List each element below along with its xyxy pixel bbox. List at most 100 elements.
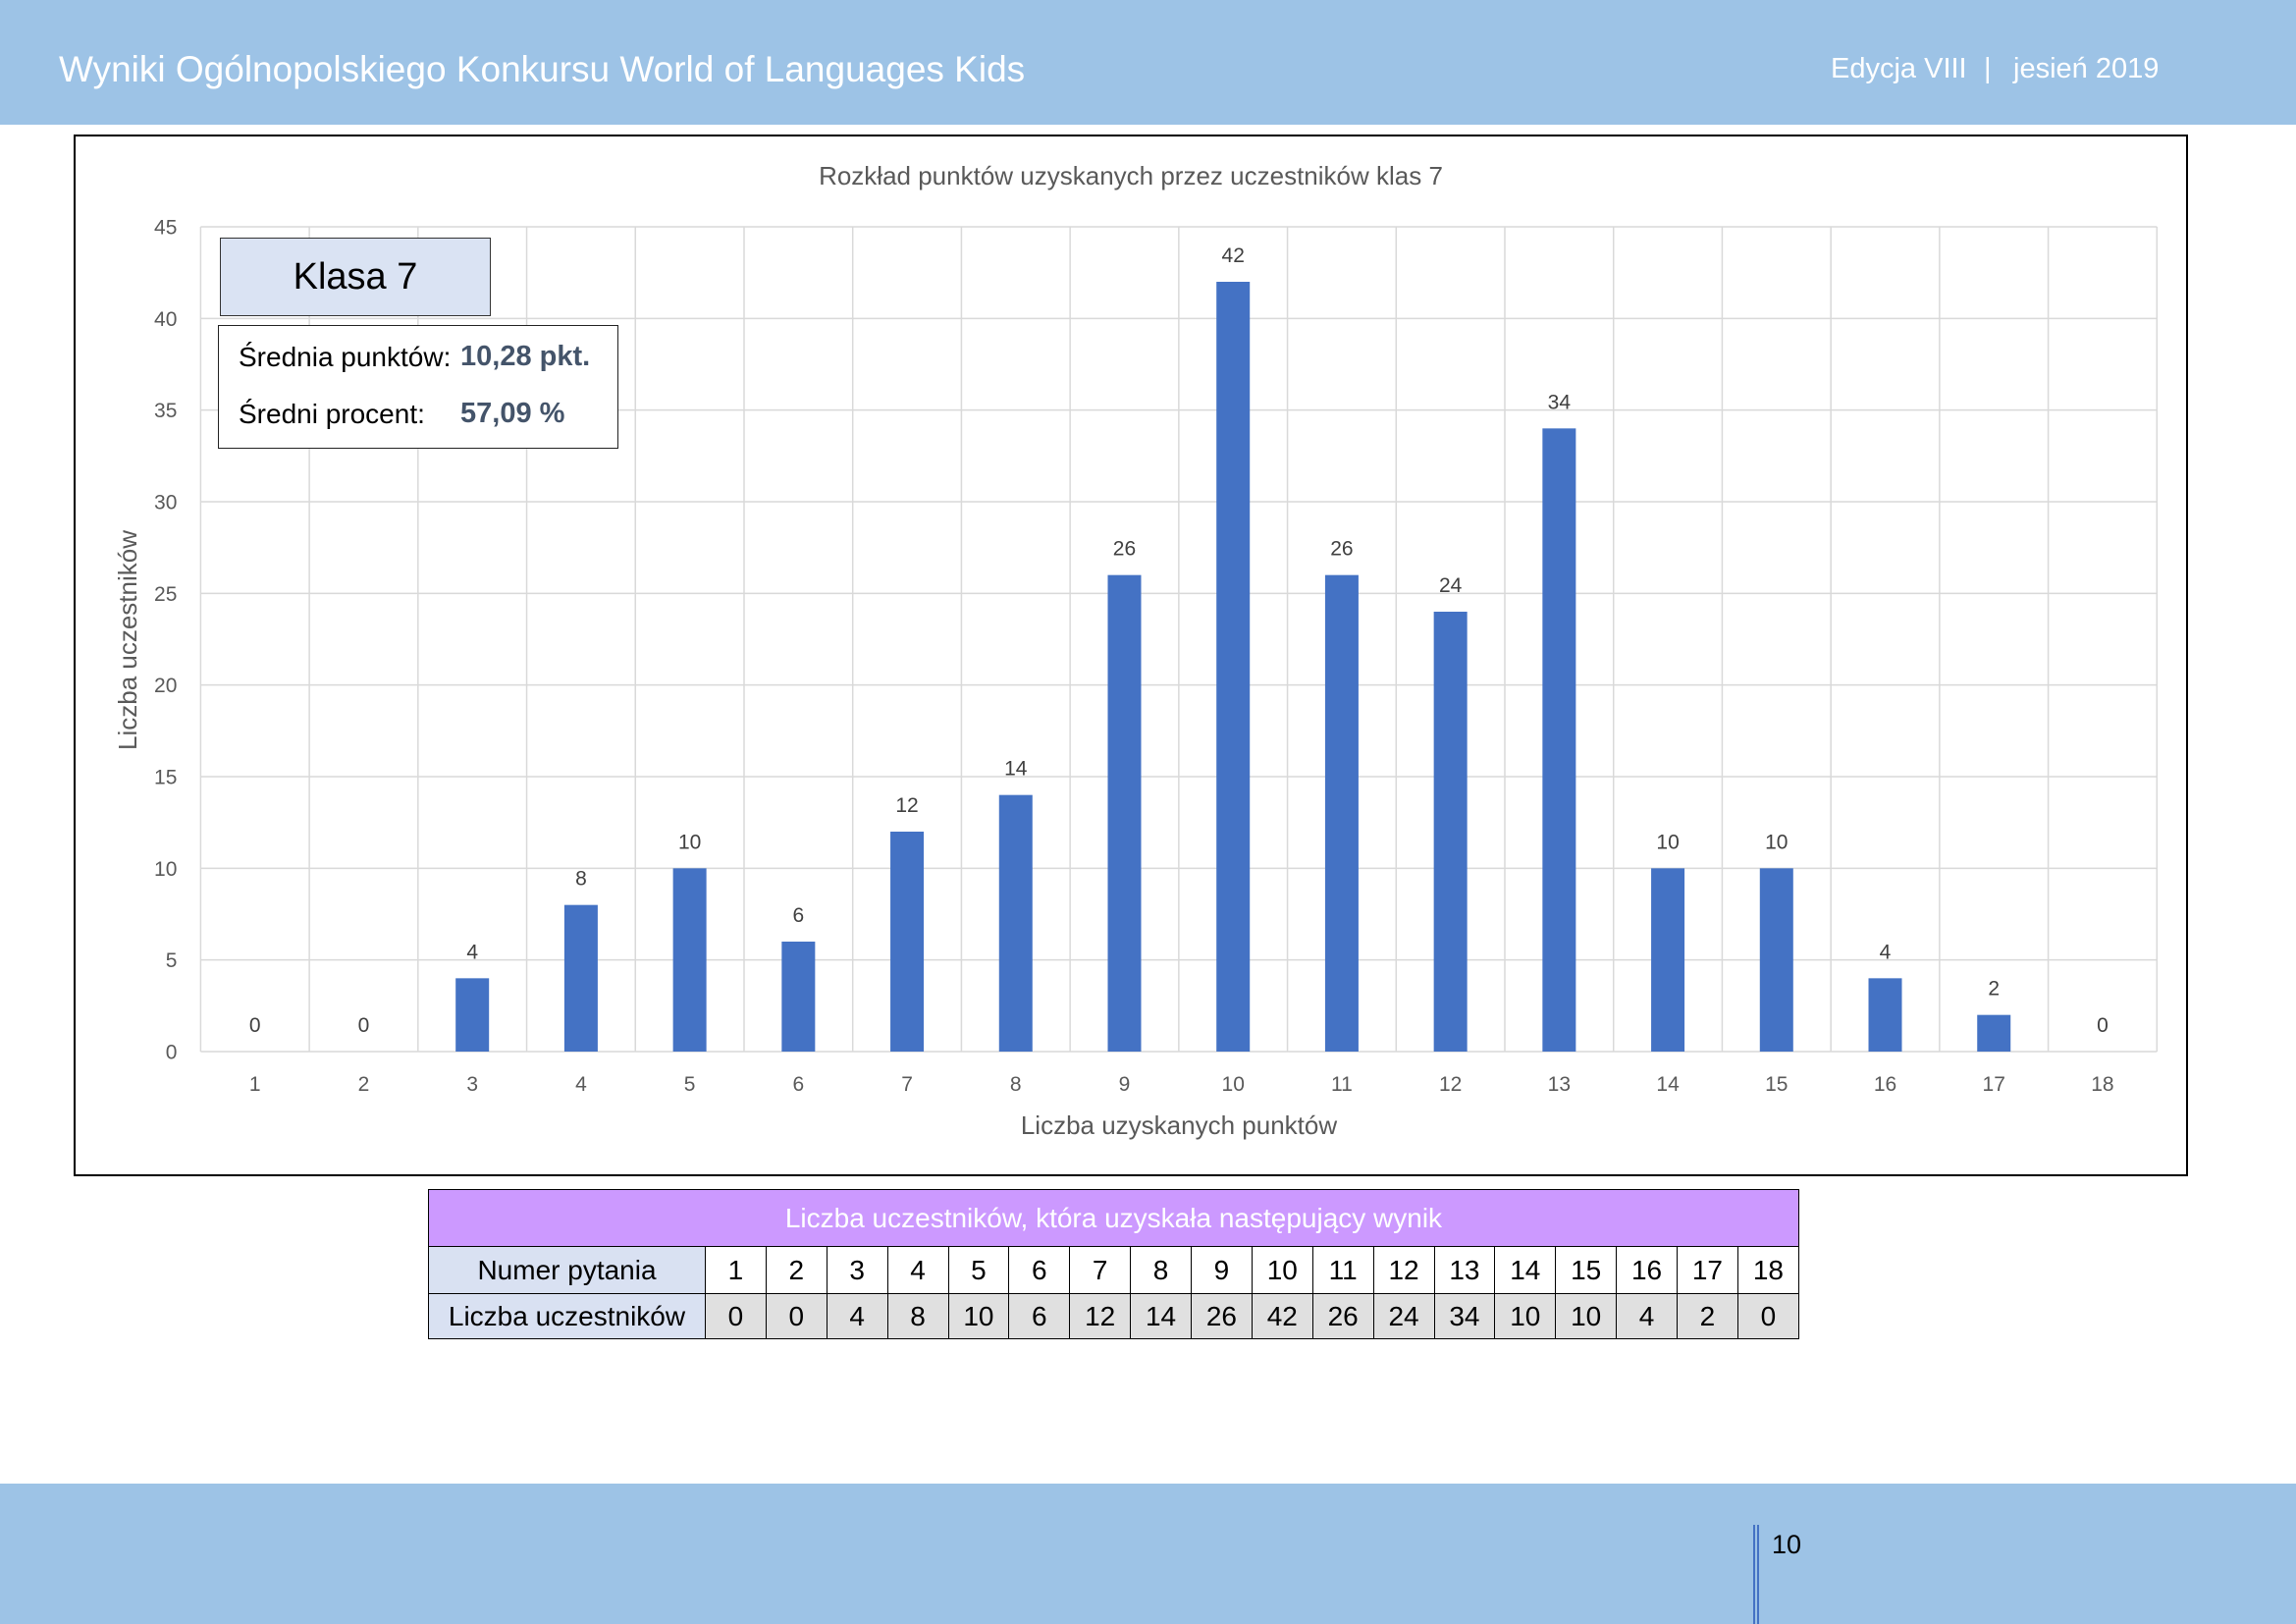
data-label-14: 10 bbox=[1656, 831, 1679, 853]
data-label-3: 4 bbox=[466, 941, 478, 963]
bar-6 bbox=[781, 942, 816, 1052]
table-cell-count: 26 bbox=[1191, 1293, 1253, 1339]
table-cell-count: 10 bbox=[1494, 1293, 1557, 1339]
table-cell-count: 6 bbox=[1008, 1293, 1071, 1339]
bar-15 bbox=[1759, 868, 1793, 1052]
bar-17 bbox=[1977, 1014, 2011, 1052]
table-caption-row: Liczba uczestników, która uzyskała nastę… bbox=[428, 1189, 1799, 1247]
x-tick-label: 1 bbox=[249, 1073, 261, 1096]
table-cell-count: 14 bbox=[1130, 1293, 1192, 1339]
x-axis-title: Liczba uzyskanych punktów bbox=[1021, 1110, 1338, 1140]
data-label-11: 26 bbox=[1330, 538, 1353, 561]
x-tick-label: 8 bbox=[1010, 1073, 1022, 1096]
results-table: Liczba uczestników, która uzyskała nastę… bbox=[428, 1189, 1799, 1339]
edition-label: Edycja VIII bbox=[1831, 53, 1967, 84]
table-cell-score: 12 bbox=[1372, 1246, 1435, 1294]
row-label-numbers: Numer pytania bbox=[428, 1246, 706, 1294]
avg-points-value: 10,28 pkt. bbox=[460, 341, 591, 372]
x-tick-label: 13 bbox=[1548, 1073, 1571, 1096]
bar-9 bbox=[1107, 574, 1142, 1052]
y-tick-label: 40 bbox=[154, 308, 177, 331]
y-tick-label: 15 bbox=[154, 767, 177, 789]
header-separator: | bbox=[1984, 53, 1992, 84]
table-cell-score: 17 bbox=[1677, 1246, 1738, 1294]
bar-10 bbox=[1216, 282, 1251, 1052]
x-tick-label: 18 bbox=[2091, 1073, 2113, 1096]
x-tick-label: 17 bbox=[1983, 1073, 2005, 1096]
bar-7 bbox=[890, 832, 925, 1052]
data-label-17: 2 bbox=[1988, 978, 2000, 1001]
data-label-15: 10 bbox=[1765, 831, 1788, 853]
y-tick-label: 35 bbox=[154, 400, 177, 422]
data-label-6: 6 bbox=[792, 904, 804, 927]
table-cell-count: 12 bbox=[1069, 1293, 1132, 1339]
data-label-7: 12 bbox=[895, 794, 918, 817]
header-band: Wyniki Ogólnopolskiego Konkursu World of… bbox=[0, 0, 2296, 125]
y-tick-label: 30 bbox=[154, 492, 177, 514]
footer-band bbox=[0, 1484, 2296, 1624]
x-tick-label: 7 bbox=[901, 1073, 913, 1096]
data-label-12: 24 bbox=[1439, 574, 1463, 597]
bar-14 bbox=[1651, 868, 1685, 1052]
table-cell-count: 26 bbox=[1311, 1293, 1374, 1339]
x-tick-label: 11 bbox=[1331, 1073, 1353, 1096]
data-label-16: 4 bbox=[1880, 941, 1892, 963]
x-tick-label: 14 bbox=[1656, 1073, 1680, 1096]
table-cell-count: 4 bbox=[1616, 1293, 1678, 1339]
stats-box: Średnia punktów: 10,28 pkt. Średni proce… bbox=[218, 325, 618, 449]
table-cell-score: 18 bbox=[1736, 1246, 1799, 1294]
x-tick-label: 6 bbox=[792, 1073, 804, 1096]
y-tick-label: 0 bbox=[166, 1042, 178, 1064]
avg-points-label: Średnia punktów: bbox=[239, 342, 452, 372]
class-label-box: Klasa 7 bbox=[220, 238, 491, 316]
y-tick-label: 10 bbox=[154, 858, 177, 881]
table-cell-score: 16 bbox=[1616, 1246, 1678, 1294]
data-label-13: 34 bbox=[1548, 391, 1572, 413]
table-cell-count: 8 bbox=[886, 1293, 949, 1339]
season-label: jesień 2019 bbox=[2013, 53, 2160, 84]
bar-4 bbox=[563, 904, 598, 1052]
bar-layer bbox=[455, 282, 2011, 1052]
data-label-5: 10 bbox=[678, 831, 701, 853]
y-tick-label: 20 bbox=[154, 675, 177, 697]
data-label-10: 42 bbox=[1222, 244, 1245, 267]
report-title: Wyniki Ogólnopolskiego Konkursu World of… bbox=[59, 49, 1026, 89]
y-tick-label: 25 bbox=[154, 583, 177, 606]
x-tick-label: 9 bbox=[1119, 1073, 1131, 1096]
y-tick-label: 45 bbox=[154, 217, 177, 240]
row-label-counts: Liczba uczestników bbox=[428, 1293, 706, 1339]
avg-percent-label: Średni procent: bbox=[239, 399, 425, 429]
page: Wyniki Ogólnopolskiego Konkursu World of… bbox=[0, 0, 2296, 1624]
table-cell-count: 0 bbox=[765, 1293, 828, 1339]
table-cell-score: 8 bbox=[1130, 1246, 1192, 1294]
table-cell-score: 13 bbox=[1433, 1246, 1496, 1294]
bar-5 bbox=[672, 868, 707, 1052]
x-tick-label: 10 bbox=[1222, 1073, 1245, 1096]
bar-3 bbox=[455, 978, 490, 1052]
y-axis-title: Liczba uczestników bbox=[113, 530, 142, 750]
bar-12 bbox=[1433, 612, 1468, 1052]
bar-16 bbox=[1868, 978, 1902, 1052]
table-cell-count: 10 bbox=[947, 1293, 1010, 1339]
table-cell-score: 11 bbox=[1311, 1246, 1374, 1294]
data-label-8: 14 bbox=[1004, 758, 1028, 781]
bar-8 bbox=[998, 794, 1033, 1052]
table-cell-count: 0 bbox=[1736, 1293, 1799, 1339]
avg-percent-value: 57,09 % bbox=[460, 398, 565, 429]
data-label-1: 0 bbox=[249, 1014, 261, 1037]
table-cell-count: 42 bbox=[1251, 1293, 1313, 1339]
table-row-numbers: Numer pytania 1 2 3 4 5 6 7 8 9 10 11 12 13 14 15 16 17 1… bbox=[428, 1246, 1799, 1294]
page-number: 10 bbox=[1772, 1530, 1802, 1559]
table-cell-score: 1 bbox=[705, 1246, 767, 1294]
footer-divider bbox=[1753, 1525, 1759, 1624]
table-cell-count: 24 bbox=[1372, 1293, 1435, 1339]
x-tick-label: 4 bbox=[575, 1073, 587, 1096]
table-cell-score: 7 bbox=[1069, 1246, 1132, 1294]
table-cell-score: 2 bbox=[765, 1246, 828, 1294]
data-label-9: 26 bbox=[1113, 538, 1136, 561]
data-label-4: 8 bbox=[575, 868, 587, 891]
table-cell-score: 4 bbox=[886, 1246, 949, 1294]
table-cell-score: 3 bbox=[826, 1246, 888, 1294]
x-tick-label: 2 bbox=[358, 1073, 370, 1096]
table-cell-count: 4 bbox=[826, 1293, 888, 1339]
